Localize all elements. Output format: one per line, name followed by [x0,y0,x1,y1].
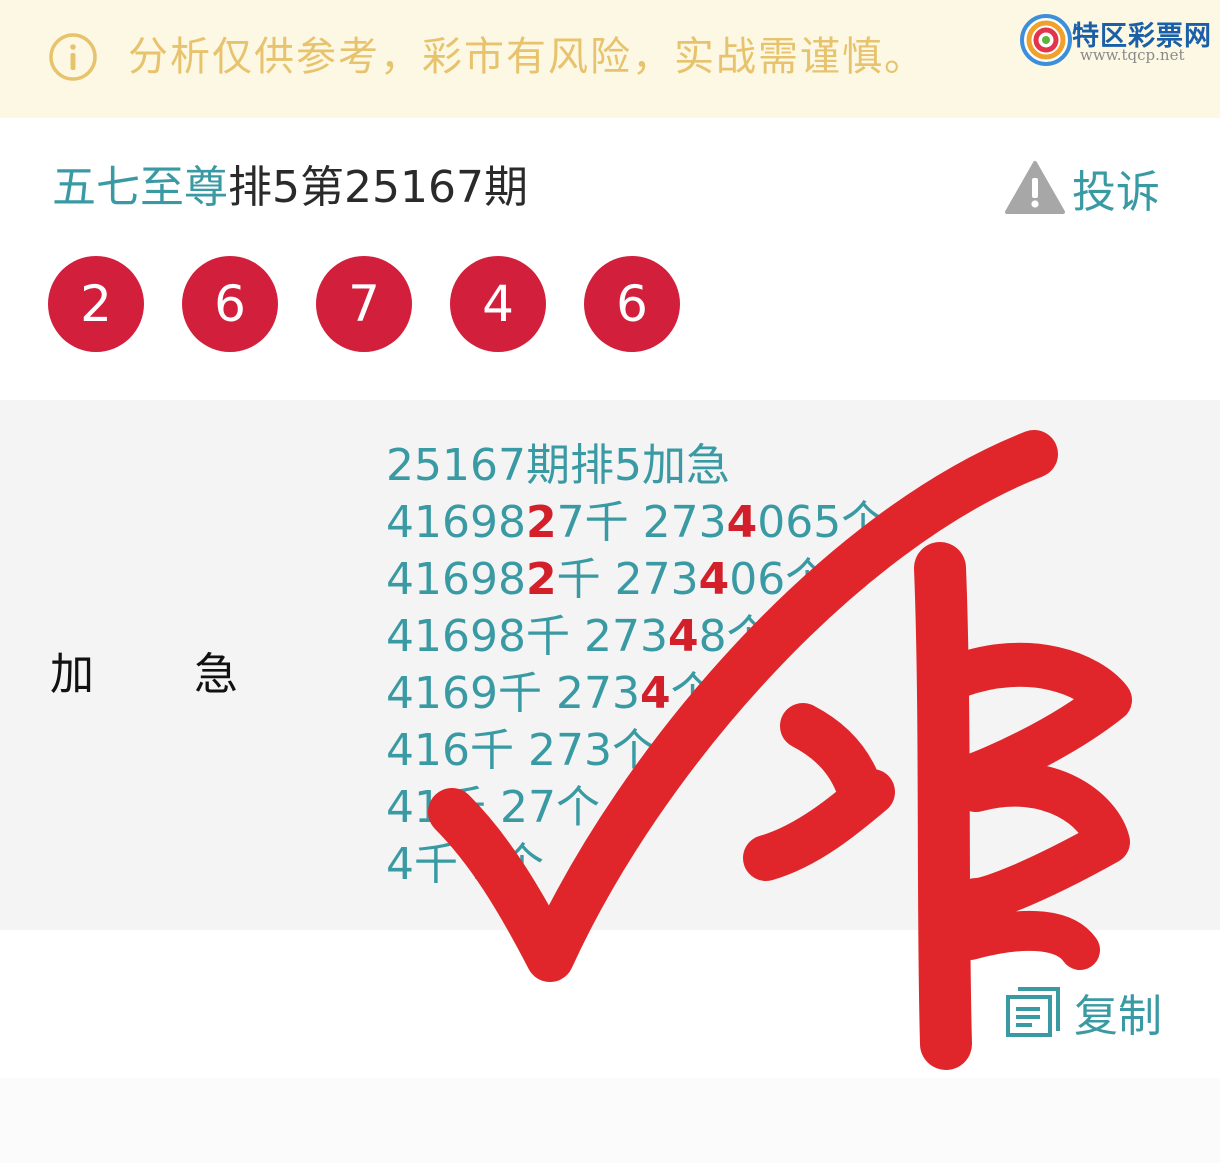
hit-digit: 4 [639,668,671,719]
copy-label: 复制 [1074,991,1162,1042]
line-text: 4169千 273 [386,668,640,719]
line-text: 千 273 [556,554,699,605]
issue-title: 排5第25167期 [228,162,528,213]
complain-label: 投诉 [1072,167,1160,218]
hit-digit: 4 [726,497,758,548]
line-text: 41698 [386,497,526,548]
analysis-line: 25167期排5加急 [386,437,885,494]
warning-icon [1005,161,1065,214]
analysis-line: 4千 2个 [386,836,885,893]
analysis-line: 41698千 27348个 [386,608,885,665]
result-ball: 7 [316,256,412,352]
site-logo-url: www.tqcp.net [1080,46,1185,64]
line-text: 25167期排5加急 [386,440,730,491]
hit-digit: 4 [698,554,730,605]
result-balls: 2 6 7 4 6 [48,256,718,352]
hit-digit: 2 [525,554,557,605]
bottom-divider [0,1078,1220,1163]
analysis-line: 41千 27个 [386,779,885,836]
line-text: 7千 273 [556,497,727,548]
post-title: 五七至尊排5第25167期 [52,158,528,218]
line-text: 41698 [386,554,526,605]
info-circle-icon [49,33,97,81]
result-ball: 4 [450,256,546,352]
line-text: 41698千 273 [386,611,668,662]
copy-document-icon [1006,987,1060,1037]
line-text: 06个 [729,554,830,605]
result-ball: 6 [584,256,680,352]
result-ball: 6 [182,256,278,352]
hit-digit: 4 [667,611,699,662]
analysis-line: 4169827千 2734065个 [386,494,885,551]
line-text: 416千 273个 [386,725,656,776]
risk-notice-text: 分析仅供参考，彩市有风险，实战需谨慎。 [128,34,926,80]
copy-button[interactable]: 复制 [1004,984,1162,1042]
line-text: 065个 [757,497,886,548]
line-text: 41千 27个 [386,782,600,833]
author-name-link[interactable]: 五七至尊 [52,162,228,213]
analysis-line: 416千 273个 [386,722,885,779]
line-text: 8个 [698,611,771,662]
analysis-line: 416982千 273406个 [386,551,885,608]
panel-label: 加急 [50,649,338,700]
result-ball: 2 [48,256,144,352]
line-text: 个 [670,668,715,719]
analysis-lines: 25167期排5加急 4169827千 2734065个 416982千 27340… [386,437,885,893]
hit-digit: 2 [525,497,557,548]
analysis-line: 4169千 2734个 [386,665,885,722]
complain-button[interactable]: 投诉 [1004,158,1160,218]
line-text: 4千 2个 [386,839,544,890]
